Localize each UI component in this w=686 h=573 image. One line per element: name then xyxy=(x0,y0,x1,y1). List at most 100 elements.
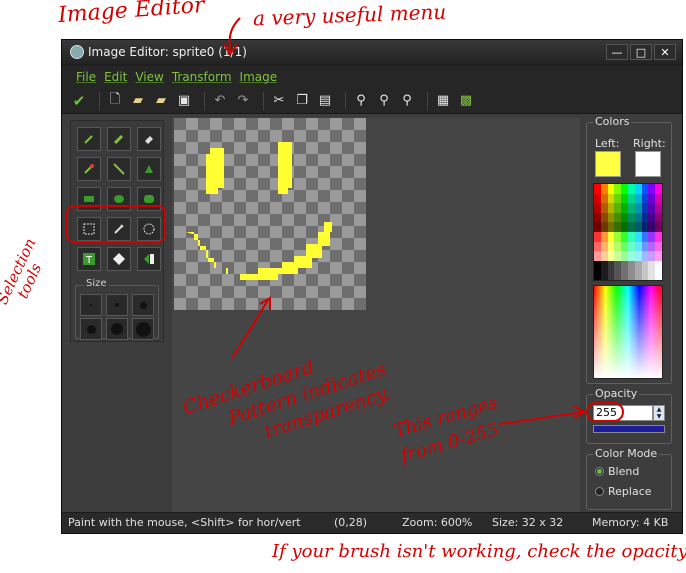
palette-cell[interactable] xyxy=(641,222,649,232)
opacity-spinner[interactable]: ▲ ▼ xyxy=(653,405,665,421)
eraser-tool-icon[interactable] xyxy=(137,127,161,151)
palette-cell[interactable] xyxy=(655,270,662,280)
new-file-icon[interactable]: 🗋 xyxy=(106,92,124,110)
palette-cell[interactable] xyxy=(600,203,608,213)
palette-cell[interactable] xyxy=(655,193,662,204)
palette-cell[interactable] xyxy=(621,260,628,271)
palette-cell[interactable] xyxy=(614,203,622,213)
palette-cell[interactable] xyxy=(600,270,608,280)
zoom-fit-icon[interactable]: ⚲ xyxy=(398,92,416,110)
palette-cell[interactable] xyxy=(614,260,622,271)
palette-cell[interactable] xyxy=(594,270,601,280)
palette-cell[interactable] xyxy=(628,260,635,271)
blend-radio[interactable]: Blend xyxy=(595,465,639,478)
palette-cell[interactable] xyxy=(634,232,642,242)
palette-cell[interactable] xyxy=(628,184,635,194)
palette-cell[interactable] xyxy=(634,203,642,213)
palette-cell[interactable] xyxy=(648,251,656,261)
palette-cell[interactable] xyxy=(648,193,656,204)
palette-cell[interactable] xyxy=(641,212,649,223)
palette-cell[interactable] xyxy=(607,212,615,223)
palette-cell[interactable] xyxy=(600,193,608,204)
title-bar[interactable]: Image Editor: sprite0 (1/1) — □ ✕ xyxy=(62,40,682,64)
palette-cell[interactable] xyxy=(648,184,656,194)
line-tool-icon[interactable] xyxy=(107,157,131,181)
color-palette-grid[interactable] xyxy=(593,183,663,281)
palette-cell[interactable] xyxy=(621,270,628,280)
menu-view[interactable]: View xyxy=(135,70,163,84)
sprite-canvas[interactable] xyxy=(174,118,366,310)
palette-cell[interactable] xyxy=(594,251,601,261)
palette-cell[interactable] xyxy=(621,203,628,213)
palette-cell[interactable] xyxy=(655,260,662,271)
palette-cell[interactable] xyxy=(655,232,662,242)
color-spectrum-picker[interactable] xyxy=(593,285,663,379)
palette-cell[interactable] xyxy=(594,212,601,223)
replace-radio[interactable]: Replace xyxy=(595,485,652,498)
size-6-button[interactable] xyxy=(132,318,154,340)
palette-cell[interactable] xyxy=(655,184,662,194)
palette-cell[interactable] xyxy=(600,260,608,271)
palette-cell[interactable] xyxy=(641,260,649,271)
zoom-in-icon[interactable]: ⚲ xyxy=(375,92,393,110)
palette-cell[interactable] xyxy=(641,251,649,261)
palette-cell[interactable] xyxy=(634,260,642,271)
palette-cell[interactable] xyxy=(648,241,656,252)
undo-icon[interactable]: ↶ xyxy=(211,92,229,110)
palette-cell[interactable] xyxy=(614,251,622,261)
palette-cell[interactable] xyxy=(634,251,642,261)
palette-cell[interactable] xyxy=(641,184,649,194)
palette-cell[interactable] xyxy=(607,251,615,261)
palette-cell[interactable] xyxy=(607,203,615,213)
cut-icon[interactable]: ✂ xyxy=(270,92,288,110)
palette-cell[interactable] xyxy=(600,222,608,232)
palette-cell[interactable] xyxy=(648,212,656,223)
palette-cell[interactable] xyxy=(655,241,662,252)
palette-cell[interactable] xyxy=(641,232,649,242)
palette-cell[interactable] xyxy=(614,222,622,232)
palette-cell[interactable] xyxy=(594,203,601,213)
palette-cell[interactable] xyxy=(628,241,635,252)
maximize-button[interactable]: □ xyxy=(630,44,652,60)
palette-cell[interactable] xyxy=(614,184,622,194)
flip-tool-icon[interactable] xyxy=(137,247,161,271)
palette-cell[interactable] xyxy=(614,193,622,204)
palette-cell[interactable] xyxy=(628,251,635,261)
size-5-button[interactable] xyxy=(106,318,128,340)
palette-cell[interactable] xyxy=(628,232,635,242)
palette-cell[interactable] xyxy=(628,212,635,223)
palette-cell[interactable] xyxy=(600,241,608,252)
palette-cell[interactable] xyxy=(655,203,662,213)
right-color-swatch[interactable] xyxy=(635,151,661,177)
palette-cell[interactable] xyxy=(621,232,628,242)
palette-cell[interactable] xyxy=(614,232,622,242)
palette-cell[interactable] xyxy=(634,241,642,252)
palette-cell[interactable] xyxy=(607,260,615,271)
palette-cell[interactable] xyxy=(594,241,601,252)
spin-down-icon[interactable]: ▼ xyxy=(657,413,662,420)
palette-cell[interactable] xyxy=(621,193,628,204)
palette-cell[interactable] xyxy=(607,193,615,204)
palette-cell[interactable] xyxy=(655,251,662,261)
open-folder-icon[interactable]: ▰ xyxy=(129,92,147,110)
palette-cell[interactable] xyxy=(600,184,608,194)
palette-cell[interactable] xyxy=(641,203,649,213)
color-picker-tool-icon[interactable] xyxy=(77,157,101,181)
palette-cell[interactable] xyxy=(621,184,628,194)
palette-cell[interactable] xyxy=(634,193,642,204)
palette-cell[interactable] xyxy=(614,270,622,280)
palette-cell[interactable] xyxy=(621,222,628,232)
palette-cell[interactable] xyxy=(655,212,662,223)
menu-image[interactable]: Image xyxy=(240,70,278,84)
menu-transform[interactable]: Transform xyxy=(172,70,232,84)
menu-edit[interactable]: Edit xyxy=(104,70,127,84)
confirm-check-icon[interactable]: ✔ xyxy=(70,92,88,110)
palette-cell[interactable] xyxy=(600,212,608,223)
palette-cell[interactable] xyxy=(648,222,656,232)
spin-up-icon[interactable]: ▲ xyxy=(657,406,662,413)
palette-cell[interactable] xyxy=(634,222,642,232)
left-color-swatch[interactable] xyxy=(595,151,621,177)
palette-cell[interactable] xyxy=(594,193,601,204)
palette-cell[interactable] xyxy=(648,232,656,242)
fill-tool-icon[interactable] xyxy=(137,157,161,181)
